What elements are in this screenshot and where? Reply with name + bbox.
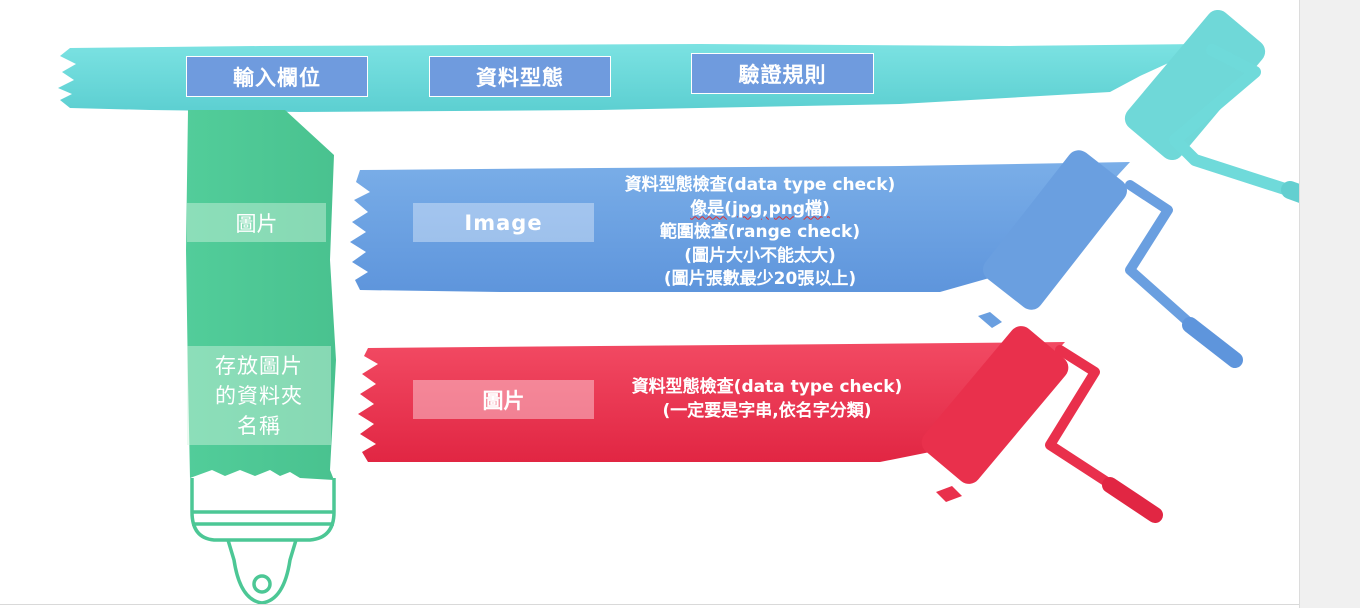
header-validation-rule: 驗證規則 (691, 53, 874, 94)
header-data-type: 資料型態 (429, 56, 611, 97)
rule-line: (圖片大小不能太大) (684, 245, 836, 266)
rule-line: 範圍檢查(range check) (659, 222, 861, 242)
label-line: 的資料夾 (215, 383, 303, 408)
rule-line: (一定要是字串,依名字分類) (662, 400, 872, 421)
type-label-folder: 圖片 (413, 380, 594, 419)
page-divider (0, 604, 1299, 605)
rule-line: 資料型態檢查(data type check) (631, 377, 903, 397)
type-label-image: Image (413, 203, 594, 242)
rule-line: (圖片張數最少20張以上) (663, 269, 857, 289)
input-label-image: 圖片 (187, 203, 326, 242)
input-label-folder-name: 存放圖片 的資料夾 名稱 (187, 346, 331, 445)
label-line: 存放圖片 (215, 353, 303, 378)
rule-line-text: 像是(jpg,png檔) (690, 198, 830, 219)
rule-text-image: 資料型態檢查(data type check) 像是(jpg,png檔) 範圍檢… (610, 174, 910, 292)
rule-text-folder: 資料型態檢查(data type check) (一定要是字串,依名字分類) (617, 376, 917, 423)
vertical-scrollbar[interactable] (1299, 0, 1360, 608)
paintbrush-icon (190, 478, 336, 605)
header-input-field: 輸入欄位 (186, 56, 368, 97)
rule-line: 資料型態檢查(data type check) (624, 175, 896, 195)
rule-line: 像是(jpg,png檔) (610, 198, 910, 222)
label-line: 名稱 (237, 413, 281, 438)
